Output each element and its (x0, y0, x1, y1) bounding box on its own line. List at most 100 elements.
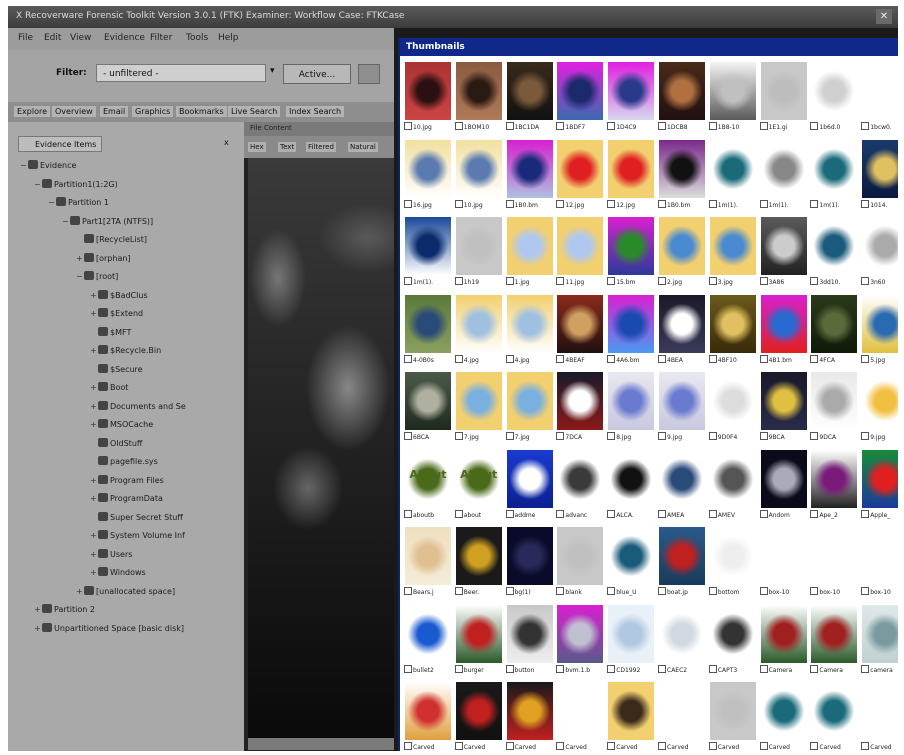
thumbnail-checkbox[interactable] (861, 509, 870, 518)
thumbnail-item[interactable]: Carved (759, 682, 808, 751)
tree-expander[interactable]: + (90, 380, 98, 396)
thumbnail-image[interactable] (608, 604, 655, 663)
thumbnail-checkbox[interactable] (404, 277, 412, 285)
thumbnail-image[interactable] (709, 62, 756, 120)
thumbnail-image[interactable] (760, 372, 807, 430)
thumbnail-item[interactable]: box-10 (810, 527, 858, 603)
thumbnail-image[interactable] (709, 682, 756, 740)
thumbnail-item[interactable]: bvm.1.b (556, 604, 604, 681)
thumbnail-image[interactable] (760, 62, 807, 120)
tab-bookmarks[interactable]: Bookmarks (176, 106, 227, 117)
tree-node[interactable]: + MSOCache (90, 417, 153, 433)
thumbnail-item[interactable]: camera (861, 604, 898, 681)
thumbnail-checkbox[interactable] (861, 199, 870, 208)
thumbnail-checkbox[interactable] (556, 122, 565, 130)
thumbnail-item[interactable]: 1BC1DA (505, 62, 554, 138)
tree-node[interactable]: − Partition 1 (48, 195, 109, 211)
thumbnail-checkbox[interactable] (454, 354, 463, 363)
thumbnail-item[interactable]: Carved (861, 682, 898, 751)
tree-expander[interactable]: − (48, 195, 56, 211)
thumbnail-image[interactable] (506, 682, 553, 740)
thumbnail-image[interactable] (557, 682, 604, 740)
thumbnail-image[interactable] (608, 372, 655, 430)
thumbnail-item[interactable]: Andom (759, 449, 808, 526)
thumbnail-checkbox[interactable] (607, 664, 616, 673)
thumbnail-item[interactable]: 12.jpg (607, 139, 655, 216)
tree-expander[interactable]: − (76, 269, 84, 285)
thumbnail-image[interactable] (557, 217, 604, 275)
thumbnail-image[interactable] (862, 682, 898, 740)
tree-node[interactable]: − Partition1(1:2G) (34, 177, 118, 193)
thumbnail-item[interactable]: Apple_ (861, 449, 898, 526)
thumbnail-image[interactable] (862, 294, 898, 353)
filter-icon[interactable] (358, 64, 380, 84)
thumbnail-item[interactable]: Camera (810, 604, 858, 681)
tree-node[interactable]: + $Recycle.Bin (90, 343, 161, 359)
thumbnail-image[interactable] (506, 139, 553, 198)
thumbnail-item[interactable]: Camera (759, 604, 808, 681)
thumbnail-checkbox[interactable] (658, 664, 666, 673)
tree-node[interactable]: − Evidence (20, 158, 76, 174)
thumbnail-checkbox[interactable] (404, 354, 412, 363)
menu-item[interactable]: Edit (44, 33, 61, 43)
thumbnail-checkbox[interactable] (658, 122, 666, 130)
thumbnail-item[interactable]: 1m(1). (708, 139, 757, 216)
thumbnail-checkbox[interactable] (810, 354, 819, 363)
thumbnail-image[interactable] (557, 372, 604, 430)
thumbnail-checkbox[interactable] (861, 354, 870, 363)
menu-item[interactable]: Filter (150, 33, 172, 43)
thumbnail-image[interactable] (862, 604, 898, 663)
tree-expander[interactable]: + (90, 288, 98, 304)
thumbnail-checkbox[interactable] (505, 199, 514, 208)
thumbnail-image[interactable] (455, 62, 502, 120)
thumbnail-image[interactable]: About (405, 449, 451, 508)
thumbnail-image[interactable] (659, 372, 705, 430)
tree-expander[interactable]: − (34, 177, 42, 193)
thumbnail-checkbox[interactable] (404, 664, 412, 673)
thumbnail-checkbox[interactable] (759, 199, 768, 208)
horizontal-scrollbar[interactable] (248, 738, 394, 750)
thumbnail-checkbox[interactable] (759, 509, 768, 518)
thumbnail-image[interactable] (659, 682, 705, 740)
thumbnail-checkbox[interactable] (708, 587, 717, 595)
thumbnail-image[interactable] (455, 604, 502, 663)
thumbnail-image[interactable] (760, 294, 807, 353)
tab-index-search[interactable]: Index Search (286, 106, 345, 117)
thumbnail-checkbox[interactable] (861, 587, 870, 595)
thumbnail-checkbox[interactable] (556, 199, 565, 208)
thumbnail-checkbox[interactable] (505, 509, 514, 518)
thumbnail-image[interactable] (659, 139, 705, 198)
thumbnail-checkbox[interactable] (810, 277, 819, 285)
thumbnail-image[interactable] (405, 604, 451, 663)
thumbnail-checkbox[interactable] (454, 432, 463, 440)
thumbnail-item[interactable]: burger (454, 604, 503, 681)
tree-expander[interactable]: + (34, 621, 42, 637)
thumbnail-item[interactable]: 1E1.gi (759, 62, 808, 138)
thumbnail-image[interactable] (659, 449, 705, 508)
thumbnail-image[interactable] (811, 294, 858, 353)
thumbnail-checkbox[interactable] (708, 354, 717, 363)
thumbnail-image[interactable] (811, 372, 858, 430)
thumbnail-item[interactable]: 4.jpg (454, 294, 503, 371)
thumbnail-image[interactable] (659, 294, 705, 353)
thumbnail-image[interactable] (608, 527, 655, 585)
thumbnail-item[interactable]: 9D0F4 (708, 372, 757, 448)
thumbnail-checkbox[interactable] (404, 122, 412, 130)
thumbnail-item[interactable]: bullet2 (404, 604, 452, 681)
thumbnail-checkbox[interactable] (454, 664, 463, 673)
thumbnail-item[interactable]: 1m(1). (810, 139, 858, 216)
thumbnail-item[interactable]: AMEA (658, 449, 706, 526)
tree-expander[interactable]: + (90, 417, 98, 433)
thumbnail-checkbox[interactable] (708, 742, 717, 750)
thumbnail-item[interactable]: 1bcw0. (861, 62, 898, 138)
menu-item[interactable]: Tools (186, 33, 208, 43)
thumbnail-item[interactable]: bg(1) (505, 527, 554, 603)
thumbnail-checkbox[interactable] (607, 587, 616, 595)
tree-expander[interactable]: + (76, 251, 84, 267)
tree-node[interactable]: + $BadClus (90, 288, 148, 304)
tree-expander[interactable]: + (90, 528, 98, 544)
thumbnail-image[interactable] (709, 372, 756, 430)
close-icon[interactable]: x (224, 138, 229, 147)
thumbnail-image[interactable] (811, 682, 858, 740)
thumbnail-image[interactable] (506, 217, 553, 275)
